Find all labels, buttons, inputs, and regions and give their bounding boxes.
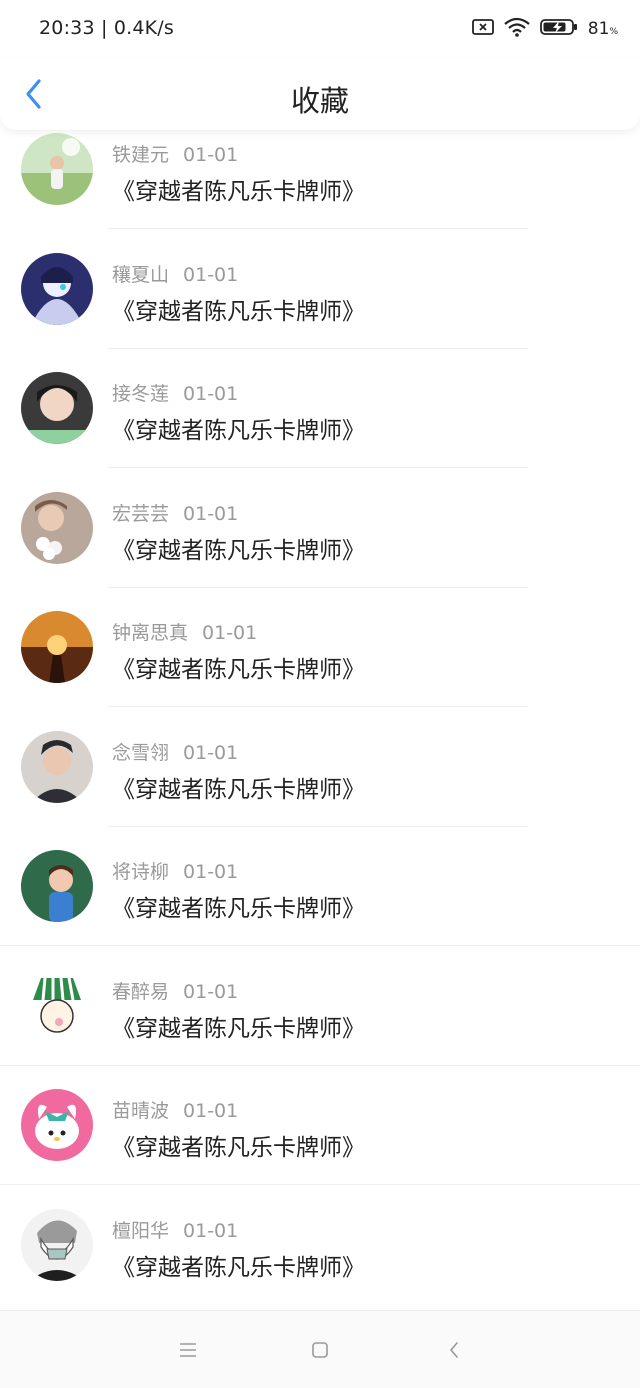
user-name: 苗晴波 xyxy=(112,1100,170,1122)
item-date: 01-01 xyxy=(183,263,239,286)
list-item[interactable]: 檀阳华 01-01 《穿越者陈凡乐卡牌师》 xyxy=(0,1196,640,1316)
favorites-list: 铁建元 01-01 《穿越者陈凡乐卡牌师》 穰夏山 01-01 《穿越者陈凡乐卡牌师… xyxy=(0,120,640,1315)
user-name: 将诗柳 xyxy=(112,861,170,883)
avatar xyxy=(21,730,93,803)
chevron-left-icon xyxy=(449,1342,458,1358)
book-title: 《穿越者陈凡乐卡牌师》 xyxy=(112,1254,365,1281)
avatar xyxy=(21,252,93,325)
item-date: 01-01 xyxy=(183,741,239,764)
user-name: 檀阳华 xyxy=(112,1219,170,1242)
header: 收藏 xyxy=(0,58,640,130)
avatar xyxy=(21,372,93,444)
book-title: 《穿越者陈凡乐卡牌师》 xyxy=(112,298,365,325)
book-title: 《穿越者陈凡乐卡牌师》 xyxy=(112,1135,365,1161)
item-date: 01-01 xyxy=(183,861,239,883)
book-title: 《穿越者陈凡乐卡牌师》 xyxy=(112,1015,365,1042)
item-meta: 宏芸芸 01-01 xyxy=(112,499,238,526)
list-item[interactable]: 苗晴波 01-01 《穿越者陈凡乐卡牌师》 xyxy=(0,1076,640,1196)
avatar xyxy=(21,969,93,1042)
list-item[interactable]: 接冬莲 01-01 《穿越者陈凡乐卡牌师》 xyxy=(0,359,640,479)
list-item[interactable]: 念雪翎 01-01 《穿越者陈凡乐卡牌师》 xyxy=(0,718,640,838)
page-title: 收藏 xyxy=(290,84,349,118)
book-title: 《穿越者陈凡乐卡牌师》 xyxy=(112,537,365,564)
wifi-icon xyxy=(504,17,530,41)
item-meta: 念雪翎 01-01 xyxy=(112,738,238,765)
battery-percent: 81% xyxy=(588,19,618,39)
avatar xyxy=(21,850,93,922)
status-icons: 81% xyxy=(471,16,618,42)
item-meta: 接冬莲 01-01 xyxy=(112,379,238,406)
avatar xyxy=(21,1089,93,1161)
avatar xyxy=(21,491,93,564)
list-item[interactable]: 穰夏山 01-01 《穿越者陈凡乐卡牌师》 xyxy=(0,240,640,360)
item-date: 01-01 xyxy=(183,144,239,166)
item-meta: 将诗柳 01-01 xyxy=(112,857,238,884)
list-item[interactable]: 春醉易 01-01 《穿越者陈凡乐卡牌师》 xyxy=(0,957,640,1077)
item-date: 01-01 xyxy=(183,1219,239,1242)
item-date: 01-01 xyxy=(202,622,258,644)
menu-icon xyxy=(180,1343,196,1357)
list-item[interactable]: 将诗柳 01-01 《穿越者陈凡乐卡牌师》 xyxy=(0,837,640,957)
book-title: 《穿越者陈凡乐卡牌师》 xyxy=(112,896,365,922)
book-title: 《穿越者陈凡乐卡牌师》 xyxy=(112,776,365,803)
item-date: 01-01 xyxy=(183,502,239,525)
divider xyxy=(108,825,528,827)
battery-unit: % xyxy=(609,27,618,37)
user-name: 念雪翎 xyxy=(112,741,170,764)
square-icon xyxy=(312,1342,328,1358)
divider xyxy=(108,586,528,588)
item-meta: 春醉易 01-01 xyxy=(112,977,238,1004)
user-name: 宏芸芸 xyxy=(112,502,170,525)
item-date: 01-01 xyxy=(183,980,239,1003)
book-title: 《穿越者陈凡乐卡牌师》 xyxy=(112,179,365,205)
avatar xyxy=(21,133,93,205)
user-name: 钟离思真 xyxy=(112,622,189,644)
battery-value: 81 xyxy=(587,19,610,39)
divider xyxy=(108,467,528,468)
list-item[interactable]: 宏芸芸 01-01 《穿越者陈凡乐卡牌师》 xyxy=(0,479,640,599)
avatar xyxy=(21,611,93,683)
sim-disabled-icon xyxy=(471,18,494,40)
system-nav-bar xyxy=(0,1310,640,1388)
book-title: 《穿越者陈凡乐卡牌师》 xyxy=(112,657,365,683)
status-bar: 20:33 | 0.4K/s 81% xyxy=(0,0,640,58)
divider xyxy=(0,1064,640,1066)
user-name: 铁建元 xyxy=(112,144,170,166)
item-meta: 钟离思真 01-01 xyxy=(112,618,257,645)
item-meta: 苗晴波 01-01 xyxy=(112,1096,238,1123)
divider xyxy=(108,706,528,707)
system-back-button[interactable] xyxy=(437,1333,471,1367)
item-date: 01-01 xyxy=(183,1100,239,1122)
divider xyxy=(0,945,640,946)
divider xyxy=(108,228,528,229)
item-date: 01-01 xyxy=(183,383,239,405)
battery-charging-icon xyxy=(539,18,578,40)
item-meta: 檀阳华 01-01 xyxy=(112,1216,238,1243)
user-name: 接冬莲 xyxy=(112,383,170,405)
menu-button[interactable] xyxy=(171,1333,205,1367)
item-meta: 铁建元 01-01 xyxy=(112,140,238,167)
divider xyxy=(108,347,528,349)
item-meta: 穰夏山 01-01 xyxy=(112,260,238,287)
list-item[interactable]: 铁建元 01-01 《穿越者陈凡乐卡牌师》 xyxy=(0,120,640,240)
home-button[interactable] xyxy=(303,1333,337,1367)
user-name: 春醉易 xyxy=(112,980,170,1003)
avatar xyxy=(21,1208,93,1281)
divider xyxy=(0,1184,640,1185)
status-time: 20:33 | 0.4K/s xyxy=(39,17,175,39)
book-title: 《穿越者陈凡乐卡牌师》 xyxy=(112,418,365,444)
list-item[interactable]: 钟离思真 01-01 《穿越者陈凡乐卡牌师》 xyxy=(0,598,640,718)
user-name: 穰夏山 xyxy=(112,263,170,286)
